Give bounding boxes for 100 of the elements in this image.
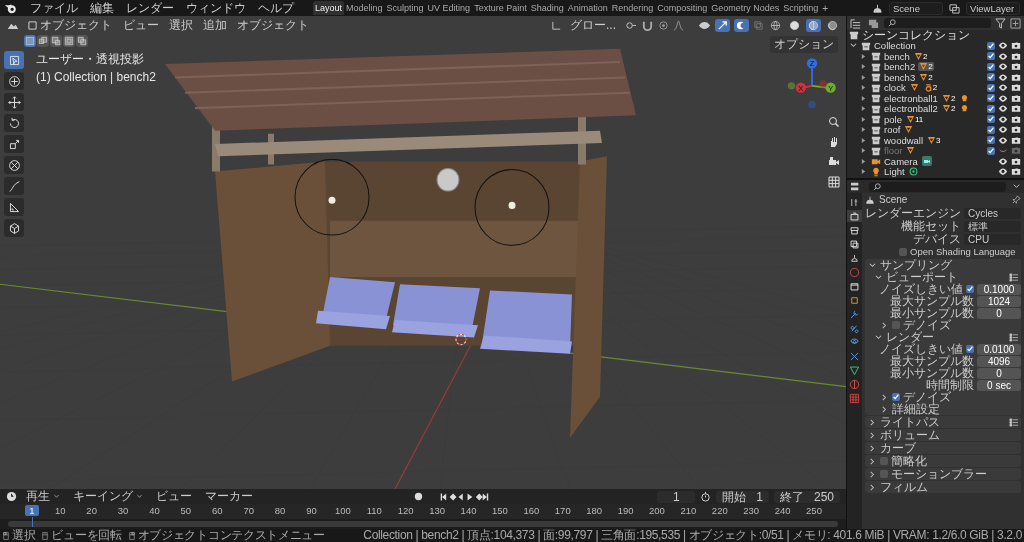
menu-item[interactable]: 選択: [166, 16, 196, 34]
shading-mode-button[interactable]: [768, 18, 783, 32]
camera-render-icon[interactable]: [1011, 125, 1021, 135]
chevron-right-icon[interactable]: [869, 418, 876, 426]
panel-header[interactable]: サンプリング: [865, 259, 1021, 271]
data-icon-badge[interactable]: 2: [940, 93, 957, 103]
outliner-item[interactable]: pole: [884, 113, 902, 125]
data-icon-badge[interactable]: [905, 146, 917, 156]
data-icon-badge[interactable]: 3: [926, 135, 942, 145]
outliner-item[interactable]: clock: [884, 82, 906, 94]
tool-button[interactable]: [4, 72, 24, 90]
panel-title[interactable]: サンプリング: [880, 259, 952, 271]
workspace-tab[interactable]: Texture Paint: [472, 1, 529, 15]
checkbox[interactable]: [987, 62, 995, 71]
panel-title[interactable]: レンダー: [886, 331, 934, 343]
chevron-right-icon[interactable]: [869, 457, 876, 465]
view-layer-field[interactable]: ViewLayer: [966, 1, 1020, 15]
workspace-tab[interactable]: Compositing: [655, 1, 710, 15]
chevron-right-icon[interactable]: [881, 321, 888, 329]
chevron-down-icon[interactable]: [869, 261, 876, 269]
eye-icon[interactable]: [998, 41, 1008, 51]
chevron-right-icon[interactable]: [869, 483, 876, 491]
eye-icon[interactable]: [998, 51, 1008, 61]
menu-item[interactable]: マーカー: [201, 488, 257, 505]
checkbox[interactable]: [966, 285, 974, 293]
workspace-tab[interactable]: Layout: [313, 1, 345, 15]
outliner-item[interactable]: Camera: [884, 155, 918, 167]
record-icon[interactable]: [412, 491, 424, 502]
scene-icon[interactable]: [872, 2, 883, 14]
menu-item[interactable]: ファイル: [27, 0, 81, 17]
tool-button[interactable]: [4, 114, 24, 132]
camera-render-icon[interactable]: [1011, 41, 1021, 51]
outliner-item[interactable]: roof: [884, 124, 901, 136]
camera-render-icon[interactable]: [1011, 62, 1021, 72]
search-field[interactable]: [869, 181, 1006, 192]
number-field[interactable]: 0.0100: [977, 343, 1021, 355]
checkbox[interactable]: [987, 125, 995, 134]
tool-button[interactable]: [4, 51, 24, 69]
menu-item[interactable]: 編集: [87, 0, 117, 17]
data-icon-badge[interactable]: 2: [918, 72, 934, 82]
new-collection-icon[interactable]: [1010, 17, 1021, 29]
falloff-curve-icon[interactable]: [673, 19, 684, 31]
outliner-item[interactable]: bench3: [884, 71, 916, 83]
filter-view-icon[interactable]: [867, 17, 880, 29]
camera-render-icon[interactable]: [1011, 156, 1021, 166]
data-icon-badge[interactable]: [920, 156, 933, 167]
outliner-item[interactable]: electronball1: [884, 92, 938, 104]
number-field[interactable]: 0: [977, 367, 1021, 379]
number-field[interactable]: 4096: [977, 355, 1021, 367]
checkbox[interactable]: [892, 393, 900, 401]
shading-mode-button[interactable]: [787, 18, 802, 32]
dropdown-field[interactable]: 標準: [964, 220, 1021, 232]
eye-icon[interactable]: [998, 72, 1008, 82]
view-layer-icon[interactable]: [949, 2, 960, 14]
panel-title[interactable]: 詳細設定: [892, 403, 940, 415]
outliner-item[interactable]: bench2: [884, 61, 916, 73]
panel-header[interactable]: 詳細設定: [877, 403, 1021, 415]
tool-button[interactable]: [4, 198, 24, 216]
camera-render-icon[interactable]: [1011, 104, 1021, 114]
timeline-scrollbar[interactable]: [8, 521, 838, 527]
clock-editor-icon[interactable]: [6, 491, 17, 502]
properties-tab[interactable]: [847, 224, 862, 236]
mode-dropdown[interactable]: オブジェクト: [24, 16, 116, 34]
number-field[interactable]: 0: [977, 307, 1021, 319]
chevron-right-icon[interactable]: [869, 470, 876, 478]
gizmo-toggle-icon[interactable]: [717, 19, 728, 31]
checkbox[interactable]: [966, 345, 974, 353]
camera-render-icon[interactable]: [1011, 93, 1021, 103]
zoom-icon[interactable]: [828, 116, 840, 128]
start-frame-value[interactable]: 1: [756, 490, 763, 503]
camera-render-icon[interactable]: [1011, 135, 1021, 145]
list-icon[interactable]: [1009, 332, 1018, 342]
tool-button[interactable]: [4, 93, 24, 111]
eye-icon[interactable]: [998, 83, 1008, 93]
hand-icon[interactable]: [828, 136, 840, 148]
chevron-right-icon[interactable]: [869, 431, 876, 439]
checkbox[interactable]: [987, 115, 995, 124]
chevron-down-icon[interactable]: [850, 42, 857, 50]
checkbox[interactable]: [899, 248, 907, 256]
menu-item[interactable]: ビュー: [120, 16, 162, 34]
list-icon[interactable]: [1009, 272, 1018, 282]
properties-tab[interactable]: [847, 210, 862, 222]
orientation-dropdown[interactable]: グロー...: [566, 16, 620, 34]
playhead-frame-label[interactable]: 1: [25, 505, 39, 516]
chevron-right-icon[interactable]: [881, 405, 888, 413]
data-icon-badge[interactable]: [903, 125, 915, 135]
camera-render-icon[interactable]: [1011, 72, 1021, 82]
workspace-tab[interactable]: Geometry Nodes: [709, 1, 782, 15]
properties-tab[interactable]: [847, 280, 862, 292]
data-icon-badge[interactable]: 2: [940, 104, 957, 114]
workspace-tab[interactable]: Animation: [565, 1, 610, 15]
eye-icon[interactable]: [998, 93, 1008, 103]
chevron-right-icon[interactable]: [869, 444, 876, 452]
checkbox[interactable]: [892, 321, 900, 329]
scene-name-field[interactable]: Scene: [889, 1, 943, 15]
menu-dropdown[interactable]: 再生: [22, 488, 64, 505]
visibility-icon[interactable]: [698, 19, 711, 31]
outliner-item[interactable]: Light: [884, 166, 905, 178]
dropdown-field[interactable]: CPU: [964, 233, 1021, 245]
proportional-editing-icon[interactable]: [658, 19, 669, 31]
